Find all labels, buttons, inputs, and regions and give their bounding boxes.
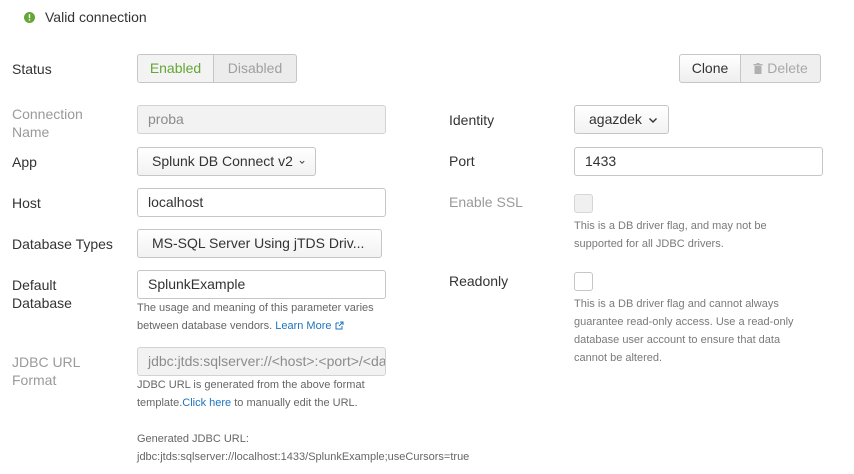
app-value: Splunk DB Connect v2 [152, 153, 293, 169]
readonly-checkbox[interactable] [574, 272, 593, 291]
readonly-help-line1: This is a DB driver flag and cannot alwa… [574, 298, 779, 310]
identity-value: agazdek [589, 111, 642, 127]
host-label: Host [12, 195, 41, 211]
jdbc-url-format-label-line2: Format [12, 372, 57, 388]
jdbc-url-format-help-prefix: template. [137, 397, 183, 409]
connection-status-banner: Valid connection [24, 8, 147, 26]
default-database-help: The usage and meaning of this parameter … [137, 299, 374, 335]
connection-name-label: Connection Name [12, 105, 83, 141]
jdbc-url-format-help-suffix: to manually edit the URL. [234, 397, 358, 409]
default-database-label-line1: Default [12, 277, 57, 293]
jdbc-url-format-help-line1: JDBC URL is generated from the above for… [137, 379, 365, 391]
status-label: Status [12, 61, 52, 77]
learn-more-link[interactable]: Learn More [275, 320, 331, 332]
readonly-help: This is a DB driver flag and cannot alwa… [574, 295, 794, 367]
host-input[interactable]: localhost [137, 188, 386, 217]
clone-button[interactable]: Clone [679, 54, 741, 83]
info-circle-icon [24, 11, 35, 23]
click-here-link[interactable]: Click here [182, 397, 231, 409]
readonly-label: Readonly [449, 273, 509, 289]
port-input[interactable]: 1433 [574, 147, 823, 176]
generated-url-value: jdbc:jtds:sqlserver://localhost:1433/Spl… [137, 451, 470, 463]
enable-ssl-help-line2: supported for all JDBC drivers. [574, 238, 724, 250]
jdbc-url-format-label-line1: JDBC URL [12, 354, 81, 370]
readonly-help-line4: cannot be altered. [574, 352, 663, 364]
identity-dropdown[interactable]: agazdek [574, 105, 669, 134]
database-types-label: Database Types [12, 236, 113, 252]
database-types-dropdown[interactable]: MS-SQL Server Using jTDS Driv... [137, 229, 382, 258]
port-label: Port [449, 153, 475, 169]
jdbc-url-format-help: JDBC URL is generated from the above for… [137, 376, 365, 412]
app-label: App [12, 154, 37, 170]
connection-name-label-line1: Connection [12, 106, 83, 122]
default-database-label: Default Database [12, 276, 72, 312]
connection-actions: Clone Delete [679, 54, 821, 83]
default-database-help-line1: The usage and meaning of this parameter … [137, 302, 374, 314]
connection-name-label-line2: Name [12, 124, 50, 140]
enable-ssl-help-line1: This is a DB driver flag, and may not be [574, 220, 767, 232]
jdbc-url-format-label: JDBC URL Format [12, 353, 80, 389]
connection-name-input[interactable]: proba [137, 105, 386, 134]
readonly-help-line2: guarantee read-only access. Use a read-o… [574, 316, 794, 328]
delete-button-label: Delete [767, 60, 808, 76]
generated-url-label: Generated JDBC URL: [137, 433, 249, 445]
default-database-help-line2: between database vendors. Learn More [137, 317, 374, 335]
app-dropdown[interactable]: Splunk DB Connect v2 [137, 147, 316, 176]
delete-button[interactable]: Delete [741, 54, 821, 83]
external-link-icon [335, 321, 344, 330]
default-database-input[interactable]: SplunkExample [137, 270, 386, 299]
connection-status-text: Valid connection [45, 9, 147, 25]
generated-url-block: Generated JDBC URL: jdbc:jtds:sqlserver:… [137, 430, 469, 466]
enabled-button[interactable]: Enabled [137, 54, 214, 83]
identity-label: Identity [449, 112, 495, 128]
status-toggle: Enabled Disabled [137, 54, 297, 83]
chevron-down-icon [648, 117, 657, 123]
enable-ssl-help: This is a DB driver flag, and may not be… [574, 217, 767, 253]
trash-icon [753, 63, 763, 74]
readonly-help-line3: database user account to ensure that dat… [574, 334, 781, 346]
jdbc-url-format-help-line2: template.Click here to manually edit the… [137, 394, 365, 412]
chevron-down-icon [299, 160, 305, 164]
chevron-down-icon [370, 243, 371, 244]
disabled-button[interactable]: Disabled [214, 54, 297, 83]
jdbc-url-format-input[interactable]: jdbc:jtds:sqlserver://<host>:<port>/<dat… [137, 347, 386, 376]
enable-ssl-label: Enable SSL [449, 194, 523, 210]
default-database-help-text: between database vendors. [137, 320, 273, 332]
database-types-value: MS-SQL Server Using jTDS Driv... [152, 235, 365, 251]
enable-ssl-checkbox[interactable] [574, 194, 593, 213]
default-database-label-line2: Database [12, 295, 72, 311]
